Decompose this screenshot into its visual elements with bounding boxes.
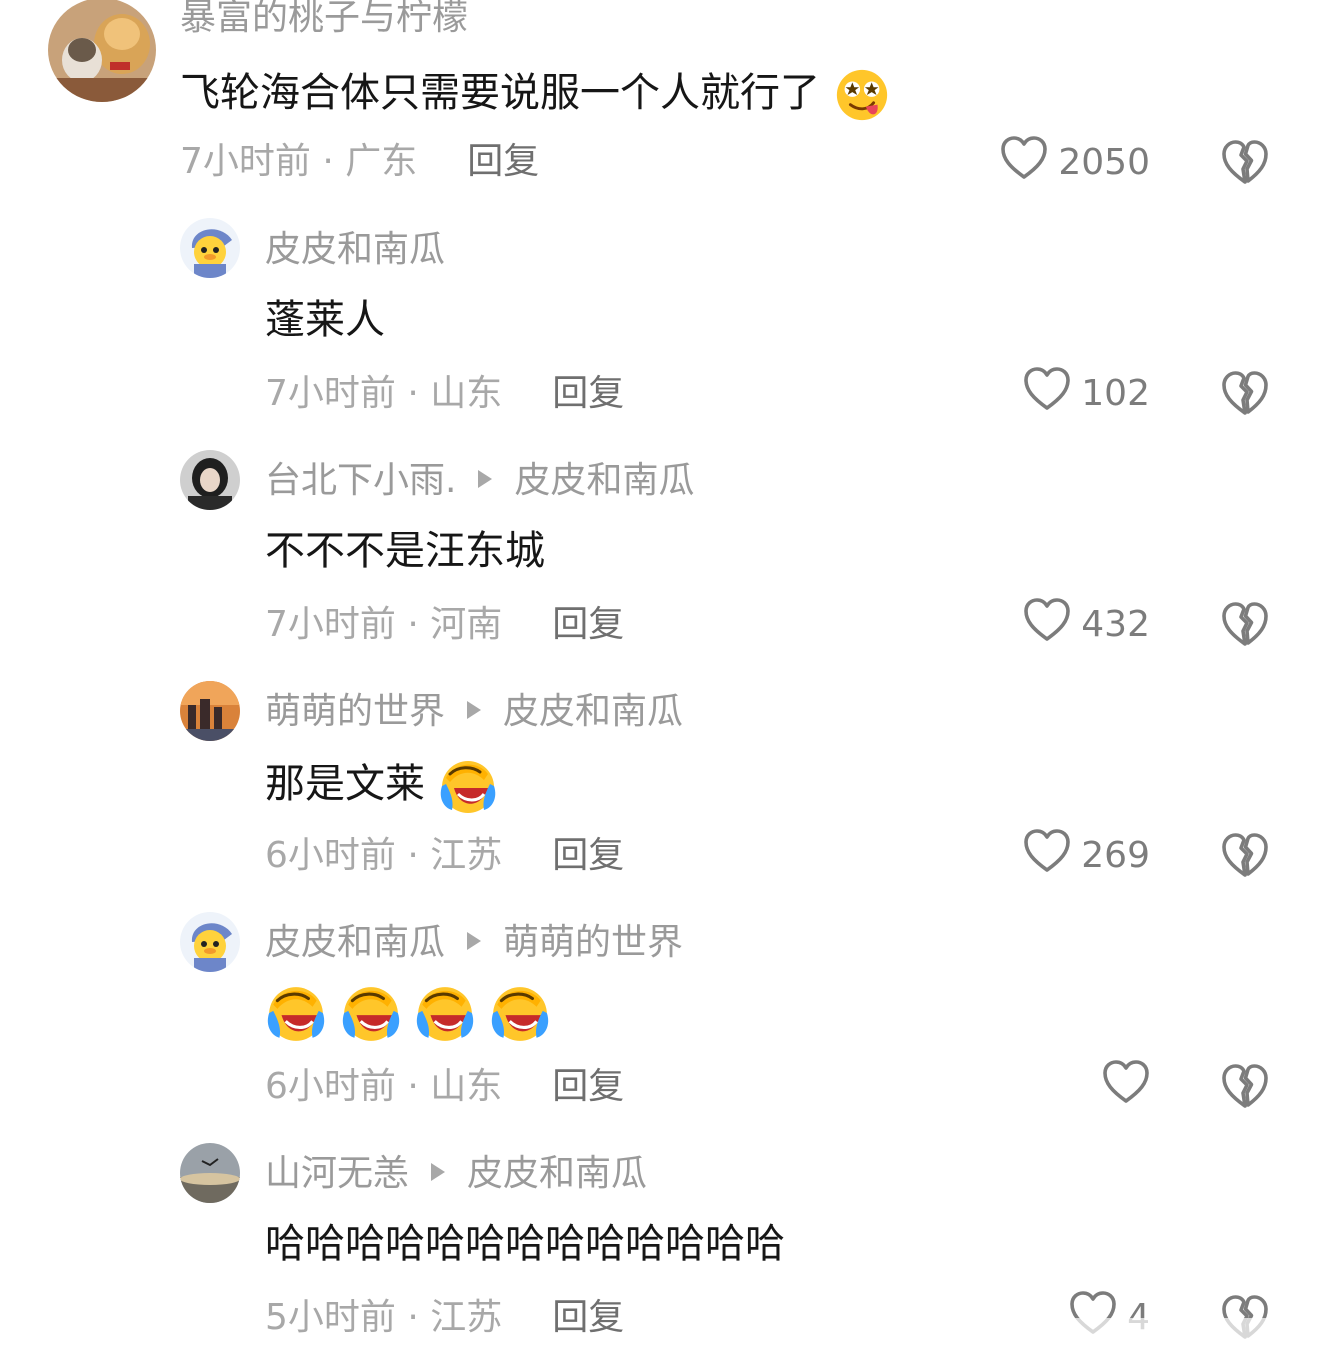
comment-meta: 7小时前 · 山东 回复 [265,374,624,414]
crying-laughing-emoji [414,982,476,1044]
author-name[interactable]: 台北下小雨. [265,460,456,501]
comment-text-content: 飞轮海合体只需要说服一个人就行了 [180,70,820,116]
comment-text [265,982,551,1044]
reply-button[interactable]: 回复 [467,141,539,182]
comment-meta: 6小时前 · 江苏 回复 [265,836,624,876]
drooling-starstruck-emoji [833,66,891,124]
reply-button[interactable]: 回复 [552,604,624,645]
author-name[interactable]: 山河无恙 [265,1153,409,1194]
comment-text-content: 蓬莱人 [265,297,385,343]
like-button[interactable]: 102 [1023,368,1150,418]
comment-meta: 7小时前 · 广东 回复 [180,142,539,182]
avatar[interactable] [180,912,240,972]
like-button[interactable]: 432 [1023,599,1150,649]
reply-button[interactable]: 回复 [552,373,624,414]
author-line: 皮皮和南瓜 [265,230,445,270]
heart-outline-icon [1023,828,1071,883]
time-location: 6小时前 · 江苏 [265,835,503,876]
reply-arrow-icon [467,932,482,950]
reply-to-name[interactable]: 皮皮和南瓜 [467,1153,647,1194]
time-location: 6小时前 · 山东 [265,1066,503,1107]
comment-text: 飞轮海合体只需要说服一个人就行了 [180,66,891,124]
comment-text: 蓬莱人 [265,296,385,344]
broken-heart-icon[interactable] [1220,137,1270,187]
author-name[interactable]: 萌萌的世界 [265,691,445,732]
time-location: 7小时前 · 广东 [180,141,418,182]
comment-text: 不不不是汪东城 [265,527,545,575]
crying-laughing-emoji [489,982,551,1044]
reply-to-name[interactable]: 皮皮和南瓜 [503,691,683,732]
comment-meta: 6小时前 · 山东 回复 [265,1067,624,1107]
avatar[interactable] [180,681,240,741]
like-button[interactable]: 269 [1023,830,1150,880]
comment-text-content: 哈哈哈哈哈哈哈哈哈哈哈哈哈 [265,1221,785,1267]
time-location: 7小时前 · 河南 [265,604,503,645]
heart-outline-icon [1023,597,1071,652]
reply-to-name[interactable]: 皮皮和南瓜 [514,460,694,501]
time-location: 5小时前 · 江苏 [265,1297,503,1338]
broken-heart-icon[interactable] [1220,368,1270,418]
like-count: 2050 [1058,141,1150,183]
avatar[interactable] [180,450,240,510]
author-line: 山河无恙 皮皮和南瓜 [265,1154,647,1194]
like-button[interactable]: 2050 [1000,137,1150,187]
author-line: 暴富的桃子与柠檬 [180,0,468,38]
comment-text-content: 不不不是汪东城 [265,528,545,574]
author-line: 皮皮和南瓜 萌萌的世界 [265,923,683,963]
heart-outline-icon [1102,1059,1150,1114]
crying-laughing-emoji [438,756,498,816]
broken-heart-icon[interactable] [1220,830,1270,880]
comment-text: 哈哈哈哈哈哈哈哈哈哈哈哈哈 [265,1220,785,1268]
avatar[interactable] [48,0,156,102]
reply-button[interactable]: 回复 [552,1297,624,1338]
like-count: 102 [1081,372,1150,414]
avatar[interactable] [180,1143,240,1203]
author-line: 萌萌的世界 皮皮和南瓜 [265,692,683,732]
reply-arrow-icon [467,701,482,719]
comment-meta: 5小时前 · 江苏 回复 [265,1298,624,1338]
time-location: 7小时前 · 山东 [265,373,503,414]
like-count: 269 [1081,834,1150,876]
author-line: 台北下小雨. 皮皮和南瓜 [265,461,694,501]
reply-arrow-icon [478,470,493,488]
heart-outline-icon [1000,135,1048,190]
reply-button[interactable]: 回复 [552,1066,624,1107]
like-button[interactable] [1102,1061,1150,1111]
broken-heart-icon[interactable] [1220,599,1270,649]
crying-laughing-emoji [340,982,402,1044]
reply-to-name[interactable]: 萌萌的世界 [503,922,683,963]
like-count: 432 [1081,603,1150,645]
comment-text: 那是文莱 [265,756,498,816]
broken-heart-icon[interactable] [1220,1061,1270,1111]
crying-laughing-emoji [265,982,327,1044]
author-name[interactable]: 皮皮和南瓜 [265,229,445,270]
avatar[interactable] [180,218,240,278]
watermark [1050,1312,1300,1362]
reply-button[interactable]: 回复 [552,835,624,876]
heart-outline-icon [1023,366,1071,421]
author-name[interactable]: 暴富的桃子与柠檬 [180,0,468,38]
author-name[interactable]: 皮皮和南瓜 [265,922,445,963]
comment-meta: 7小时前 · 河南 回复 [265,605,624,645]
comment-text-content: 那是文莱 [265,761,425,807]
reply-arrow-icon [431,1163,446,1181]
